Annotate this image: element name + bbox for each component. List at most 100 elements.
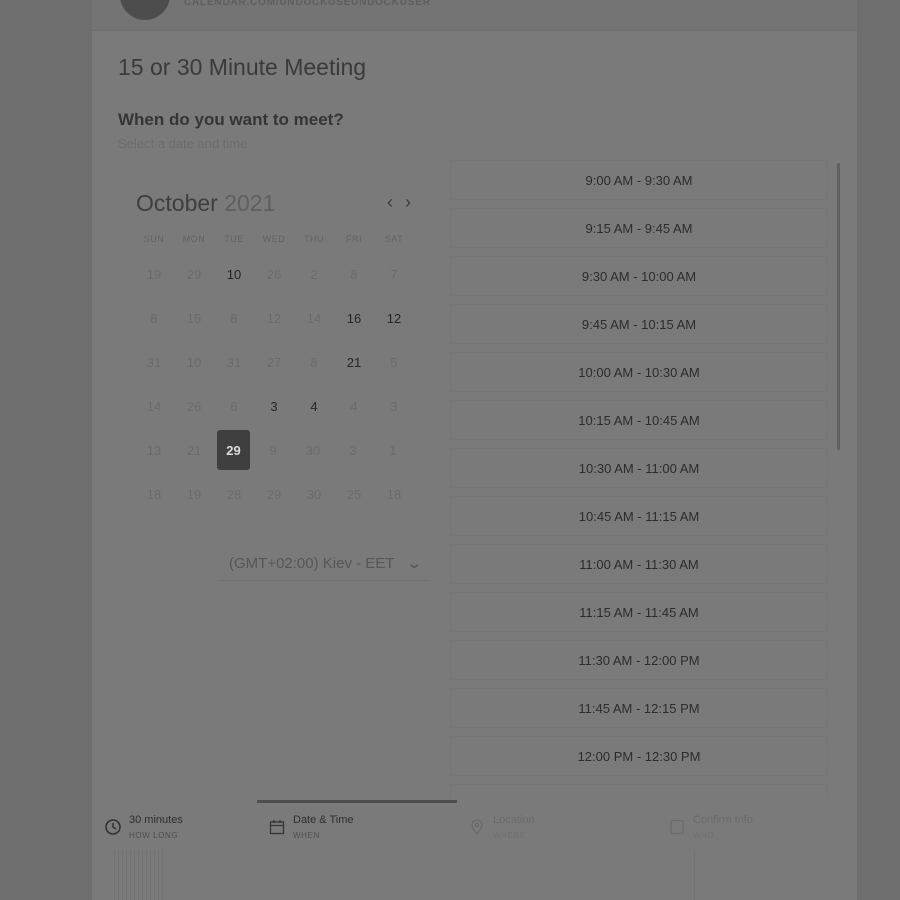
step-sublabel: HOW LONG [129,831,179,840]
step-label: Confirm Info [693,814,753,826]
active-step-indicator [257,800,457,803]
profile-url: CALENDAR.COM/UNDOCKUSEUNDOCKUSER [184,0,431,8]
avatar [120,0,170,20]
calendar-week: 31 10 31 27 8 21 5 [134,340,414,384]
calendar-day: 31 [226,354,242,370]
calendar-day: 8 [150,310,158,326]
calendar-day: 1 [389,442,397,458]
calendar-day: 7 [390,266,398,282]
time-slot-button[interactable]: 11:15 AM - 11:45 AM [450,592,828,632]
time-slot-button[interactable]: 10:15 AM - 10:45 AM [450,400,828,440]
step-label: 30 minutes [129,814,183,826]
profile-header: CALENDAR.COM/UNDOCKUSEUNDOCKUSER [92,0,857,31]
weekday-label: THU [304,234,324,244]
time-slot-button[interactable]: 11:00 AM - 11:30 AM [450,544,828,584]
calendar-day: 2 [310,266,318,282]
calendar-day: 3 [349,442,357,458]
calendar-day-available[interactable]: 10 [214,254,254,294]
calendar-day: 8 [350,266,358,282]
calendar-week: 13 21 29 9 30 3 1 [134,428,414,472]
scrollbar[interactable] [837,163,840,450]
calendar-day: 6 [230,398,238,414]
calendar-day: 30 [305,442,321,458]
step-label: Location [493,814,535,826]
calendar-day: 8 [310,354,318,370]
calendar-day: 18 [386,486,402,502]
calendar-day: 27 [266,354,282,370]
calendar-day: 15 [186,310,202,326]
calendar-day: 18 [146,486,162,502]
month-year-label: October 2021 [136,190,275,217]
calendar-day: 29 [266,486,282,502]
time-slot-list: 9:00 AM - 9:30 AM 9:15 AM - 9:45 AM 9:30 A… [450,160,828,832]
calendar-week: 8 15 8 12 14 16 12 [134,296,414,340]
clock-icon [105,819,121,835]
calendar-day: 29 [186,266,202,282]
step-sublabel: WHEN [293,831,320,840]
calendar-day: 3 [390,398,398,414]
timezone-select[interactable]: (GMT+02:00) Kiev - EET ⌄ [219,548,429,581]
step-sublabel: WHERE [493,831,526,840]
calendar-day: 8 [230,310,238,326]
section-heading: When do you want to meet? [118,110,344,129]
chevron-down-icon: ⌄ [405,555,424,572]
weekday-header: SUN MON TUE WED THU FRI SAT [134,234,414,252]
calendar-week: 14 26 6 3 4 4 3 [134,384,414,428]
info-icon [670,819,684,835]
step-sublabel: WHO [693,831,715,840]
calendar-week: 19 29 10 26 2 8 7 [134,252,414,296]
calendar-day-selected[interactable]: 29 [217,430,250,470]
time-slot-button[interactable]: 10:45 AM - 11:15 AM [450,496,828,536]
calendar-day: 26 [266,266,282,282]
calendar-week: 18 19 28 29 30 25 18 [134,472,414,516]
location-pin-icon [471,819,483,835]
time-slot-button[interactable]: 9:45 AM - 10:15 AM [450,304,828,344]
calendar-day-available[interactable]: 4 [294,386,334,426]
decorative-stripes [114,850,166,900]
calendar-day: 21 [186,442,202,458]
calendar-day: 25 [346,486,362,502]
calendar-day: 5 [390,354,398,370]
divider [694,850,695,900]
prev-month-button[interactable]: ‹ [387,192,393,213]
calendar-day-available[interactable]: 12 [374,298,414,338]
calendar-day: 28 [226,486,242,502]
time-slot-button[interactable]: 11:45 AM - 12:15 PM [450,688,828,728]
year-label: 2021 [224,190,276,216]
calendar-day: 30 [306,486,322,502]
calendar-day: 12 [266,310,282,326]
calendar-day: 4 [350,398,358,414]
calendar-day-available[interactable]: 21 [334,342,374,382]
section-instruction: Select a date and time [118,136,248,151]
calendar-day-available[interactable]: 16 [334,298,374,338]
calendar-day: 10 [186,354,202,370]
time-slot-button[interactable]: 12:00 PM - 12:30 PM [450,736,828,776]
calendar-day: 9 [269,442,277,458]
weekday-label: TUE [224,234,244,244]
calendar-day: 19 [146,266,162,282]
calendar-day: 13 [146,442,162,458]
calendar-grid: SUN MON TUE WED THU FRI SAT 19 29 10 26 2 8 7 8 15 8 12 1… [134,234,414,516]
event-title: 15 or 30 Minute Meeting [118,54,367,80]
time-slot-button[interactable]: 9:15 AM - 9:45 AM [450,208,828,248]
weekday-label: SAT [384,234,404,244]
step-label: Date & Time [293,814,354,826]
time-slot-button[interactable]: 9:00 AM - 9:30 AM [450,160,828,200]
progress-steps: 30 minutes HOW LONG Date & Time WHEN Loc… [92,800,857,900]
time-slot-button[interactable]: 11:30 AM - 12:00 PM [450,640,828,680]
time-slot-button[interactable]: 10:00 AM - 10:30 AM [450,352,828,392]
weekday-label: SUN [143,234,165,244]
calendar-day-available[interactable]: 3 [254,386,294,426]
calendar-day: 19 [186,486,202,502]
month-label: October [136,190,218,216]
weekday-label: MON [182,234,206,244]
calendar-day: 14 [306,310,322,326]
time-slot-button[interactable]: 10:30 AM - 11:00 AM [450,448,828,488]
time-slot-button[interactable]: 9:30 AM - 10:00 AM [450,256,828,296]
next-month-button[interactable]: › [405,192,411,213]
calendar-day: 26 [186,398,202,414]
weekday-label: WED [262,234,286,244]
calendar-day: 31 [146,354,162,370]
calendar-icon [269,820,285,835]
calendar-day: 14 [146,398,162,414]
